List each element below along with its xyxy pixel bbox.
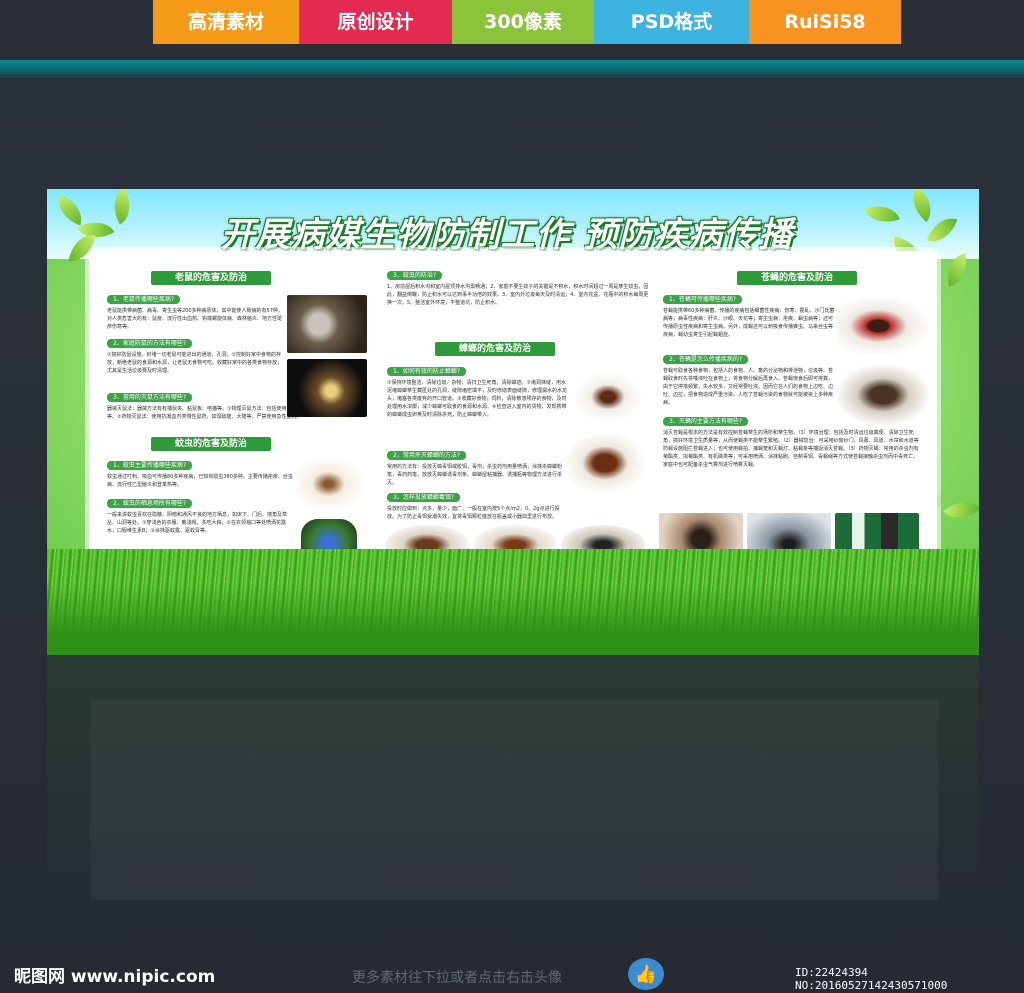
sub-heading: 3、常用的灭鼠方法有哪些? <box>107 393 193 402</box>
grass-shade <box>47 584 979 655</box>
section-title-fly: 苍蝇的危害及防治 <box>737 271 857 285</box>
rat-photo <box>287 295 367 353</box>
mosquito-photo <box>297 455 367 513</box>
site-logo[interactable]: 昵图网 www.nipic.com <box>14 962 215 987</box>
paragraph: ①保持环境整洁，清除垃圾、杂物，清扫卫生死角，清除蟑迹。②堵洞抹缝，用水泥堵蟑螂… <box>387 380 568 418</box>
poster-title: 开展病媒生物防制工作 预防疾病传播 <box>220 215 794 255</box>
rat-trap-photo <box>287 359 367 417</box>
cockroach-photo <box>573 371 643 423</box>
section-title-cockroach: 蟑螂的危害及防治 <box>435 342 555 356</box>
paragraph: ①搞好防鼠设施，封堵一切老鼠可能进出的通道、孔洞；②控制好家中食物的存放，断绝老… <box>107 352 283 374</box>
paragraph: 蚊虫通过叮刺、吸血可传播80多种疾病，已知有蚊虫380多种。主要传播疟疾、丝虫病… <box>107 474 293 488</box>
cockroach-photo <box>565 433 645 493</box>
tag-dpi[interactable]: 300像素 <box>452 0 594 44</box>
section-title-rats: 老鼠的危害及防治 <box>151 271 271 285</box>
thumbs-up-icon[interactable]: 👍 <box>628 958 664 990</box>
poster-board: 开展病媒生物防制工作 预防疾病传播 老鼠的危害及防治 1、老鼠传播哪些疾病? 老… <box>47 189 979 655</box>
leaf-icon <box>943 491 979 529</box>
paragraph: 苍蝇可取食各种食物，包括人的食物、人、畜的分泌物和排泄物，垃圾等。苍蝇取食时先将… <box>663 368 834 406</box>
sub-heading: 2、家庭防鼠的方法有哪些? <box>107 339 193 348</box>
header-stripe <box>0 60 1024 74</box>
sub-heading: 2、蚊虫的栖息场所有哪些? <box>107 499 193 508</box>
fly-photo <box>837 297 929 355</box>
fly-photo <box>837 365 929 425</box>
tag-hd[interactable]: 高清素材 <box>153 0 299 44</box>
tag-psd[interactable]: PSD格式 <box>594 0 749 44</box>
sub-heading: 3、蚊虫的防治? <box>387 271 443 280</box>
section-title-mosquito: 蚊虫的危害及防治 <box>151 437 271 451</box>
paragraph: 苍蝇能携带60多种病菌、传播的疾病包括细菌性疾病：伤寒、霍乱、沙门氏菌病等；病毒… <box>663 308 835 338</box>
image-id-text: ID:22424394 NO:20160527142430571000 <box>795 966 948 992</box>
more-hint-text: 更多素材往下拉或者点击右击头像 <box>352 970 562 986</box>
tag-bar: 高清素材 原创设计 300像素 PSD格式 RuiSi58 <box>0 0 1024 46</box>
paragraph: 消灭苍蝇是根本的方法是有效控制苍蝇孳生的场所和孳生物。（1）环境治理：包括及时清… <box>663 430 919 468</box>
sub-heading: 3、灭蝇的主要方法有哪些? <box>663 417 749 426</box>
paragraph: 老鼠能携带病菌、病毒、寄生虫等200多种病原体，其中能使人致病的有57种，对人类… <box>107 308 283 330</box>
sub-heading: 1、蚊虫主要传播哪些疾病? <box>107 461 193 470</box>
sub-heading: 1、苍蝇可传播哪些疾病? <box>663 295 743 304</box>
sub-heading: 3、怎样投放蟑螂毒饵? <box>387 493 461 502</box>
reflection-panel <box>90 700 938 900</box>
paragraph: 投放时应做到：点多，量少，面广。一般在室内按5个点/m2，0、2g点进行投放。为… <box>387 506 560 520</box>
header-stripe-shadow <box>0 74 1024 78</box>
sub-heading: 1、老鼠传播哪些疾病? <box>107 295 181 304</box>
paragraph: 常用的方法有：投放灭蟑毒饵或胶饵，毒剂；杀虫药剂用量喷洒；涂抹杀蟑螂粉笔，毒药药… <box>387 464 563 486</box>
tag-author[interactable]: RuiSi58 <box>749 0 901 44</box>
tag-original[interactable]: 原创设计 <box>299 0 452 44</box>
sub-heading: 2、苍蝇是怎么传播疾病的? <box>663 355 749 364</box>
sub-heading: 1、如何有效的防止蟑螂? <box>387 367 467 376</box>
sub-heading: 2、常用杀灭蟑螂的方法? <box>387 451 467 460</box>
paragraph: 1、房前屋后积水沟和室内屋顶排水沟需畅通；2、家庭不要生蚊子的关键是不积水，积水… <box>387 284 649 306</box>
